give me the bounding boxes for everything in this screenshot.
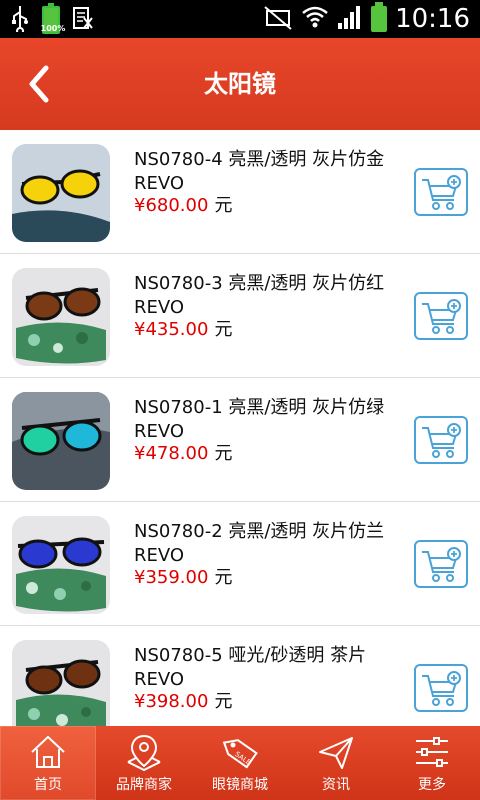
page-title: 太阳镜 (204, 70, 276, 98)
cart-add-icon (422, 299, 461, 334)
notification-icon (72, 4, 94, 36)
tab-label: 眼镜商城 (212, 777, 268, 793)
tab-label: 品牌商家 (116, 777, 172, 793)
list-item[interactable]: NS0780-2 亮黑/透明 灰片仿兰REVO ¥359.00 元 (0, 502, 480, 626)
battery-small-icon: 100% (41, 3, 65, 34)
price-line: ¥680.00 元 (134, 194, 232, 218)
home-icon (28, 732, 68, 772)
product-name[interactable]: NS0780-5 哑光/砂透明 茶片REVO (134, 644, 396, 692)
add-to-cart-button[interactable] (414, 168, 468, 216)
product-price: ¥398.00 (134, 691, 209, 712)
price-line: ¥435.00 元 (134, 318, 232, 342)
sliders-icon (412, 732, 452, 772)
product-price: ¥478.00 (134, 443, 209, 464)
add-to-cart-button[interactable] (414, 416, 468, 464)
sale-tag-icon: SALE (220, 732, 260, 772)
product-thumbnail[interactable] (12, 144, 110, 242)
product-name[interactable]: NS0780-2 亮黑/透明 灰片仿兰REVO (134, 520, 396, 568)
product-price: ¥359.00 (134, 567, 209, 588)
list-item[interactable]: NS0780-3 亮黑/透明 灰片仿红REVO ¥435.00 元 (0, 254, 480, 378)
status-bar: 100% 10:16 (0, 0, 480, 38)
price-unit: 元 (214, 691, 233, 712)
price-unit: 元 (214, 319, 233, 340)
list-item[interactable]: NS0780-1 亮黑/透明 灰片仿绿REVO ¥478.00 元 (0, 378, 480, 502)
tab-news[interactable]: 资讯 (288, 726, 384, 800)
cart-add-icon (422, 671, 461, 706)
app-header: 太阳镜 (0, 38, 480, 130)
map-pin-icon (124, 732, 164, 772)
usb-icon (10, 4, 30, 36)
price-unit: 元 (214, 443, 233, 464)
tab-home[interactable]: 首页 (0, 726, 96, 800)
price-unit: 元 (214, 195, 233, 216)
product-price: ¥435.00 (134, 319, 209, 340)
price-line: ¥398.00 元 (134, 690, 232, 714)
tab-label: 更多 (418, 777, 446, 793)
add-to-cart-button[interactable] (414, 540, 468, 588)
price-unit: 元 (214, 567, 233, 588)
product-price: ¥680.00 (134, 195, 209, 216)
tab-brands[interactable]: 品牌商家 (96, 726, 192, 800)
clock: 10:16 (395, 4, 470, 34)
add-to-cart-button[interactable] (414, 664, 468, 712)
product-name[interactable]: NS0780-1 亮黑/透明 灰片仿绿REVO (134, 396, 396, 444)
tab-label: 首页 (34, 777, 62, 793)
product-name[interactable]: NS0780-4 亮黑/透明 灰片仿金REVO (134, 148, 396, 196)
cart-add-icon (422, 547, 461, 582)
send-icon (316, 732, 356, 772)
price-line: ¥359.00 元 (134, 566, 232, 590)
list-item[interactable]: NS0780-4 亮黑/透明 灰片仿金REVO ¥680.00 元 (0, 130, 480, 254)
cart-add-icon (422, 175, 461, 210)
product-thumbnail[interactable] (12, 640, 110, 726)
product-thumbnail[interactable] (12, 268, 110, 366)
mute-icon (263, 3, 293, 35)
battery-icon (371, 2, 388, 32)
product-list[interactable]: NS0780-4 亮黑/透明 灰片仿金REVO ¥680.00 元 NS0780-… (0, 130, 480, 726)
product-thumbnail[interactable] (12, 392, 110, 490)
list-item[interactable]: NS0780-5 哑光/砂透明 茶片REVO ¥398.00 元 (0, 626, 480, 726)
wifi-icon (301, 3, 329, 35)
product-name[interactable]: NS0780-3 亮黑/透明 灰片仿红REVO (134, 272, 396, 320)
bottom-tab-bar: 首页 品牌商家 SALE 眼镜商城 资讯 更多 (0, 726, 480, 800)
tab-label: 资讯 (322, 777, 350, 793)
price-line: ¥478.00 元 (134, 442, 232, 466)
signal-icon (337, 3, 363, 35)
cart-add-icon (422, 423, 461, 458)
tab-glasses-mall[interactable]: SALE 眼镜商城 (192, 726, 288, 800)
tab-more[interactable]: 更多 (384, 726, 480, 800)
product-thumbnail[interactable] (12, 516, 110, 614)
add-to-cart-button[interactable] (414, 292, 468, 340)
